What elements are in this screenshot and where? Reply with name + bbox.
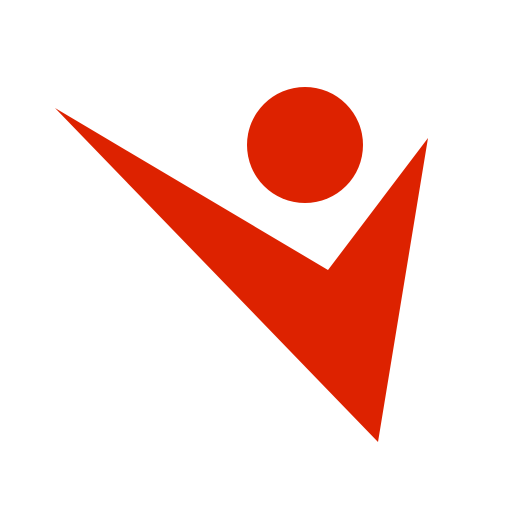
logo-checkmark-body: [55, 108, 428, 442]
logo-head-circle: [247, 87, 363, 203]
app-icon[interactable]: [0, 0, 512, 512]
person-checkmark-logo-icon: [55, 87, 428, 442]
